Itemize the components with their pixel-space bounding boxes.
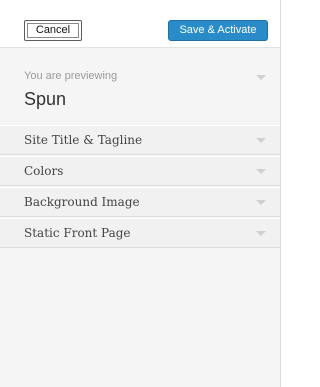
section-title: Background Image	[24, 195, 140, 209]
customizer-header: Cancel Save & Activate	[0, 0, 280, 48]
section-static-front-page[interactable]: Static Front Page	[0, 218, 280, 248]
preview-label: You are previewing	[24, 70, 118, 82]
section-title: Static Front Page	[24, 226, 131, 240]
chevron-down-icon	[256, 75, 266, 80]
section-title: Colors	[24, 164, 64, 178]
section-colors[interactable]: Colors	[0, 156, 280, 186]
chevron-down-icon	[256, 231, 266, 236]
customizer-panel: Cancel Save & Activate You are previewin…	[0, 0, 281, 387]
cancel-button[interactable]: Cancel	[24, 20, 82, 41]
chevron-down-icon	[256, 169, 266, 174]
save-activate-button[interactable]: Save & Activate	[168, 20, 268, 41]
chevron-down-icon	[256, 200, 266, 205]
chevron-down-icon	[256, 138, 266, 143]
theme-name: Spun	[24, 89, 67, 109]
theme-preview-info[interactable]: You are previewing Spun	[0, 49, 280, 122]
section-site-title-tagline[interactable]: Site Title & Tagline	[0, 125, 280, 155]
section-title: Site Title & Tagline	[24, 133, 143, 147]
section-background-image[interactable]: Background Image	[0, 187, 280, 217]
